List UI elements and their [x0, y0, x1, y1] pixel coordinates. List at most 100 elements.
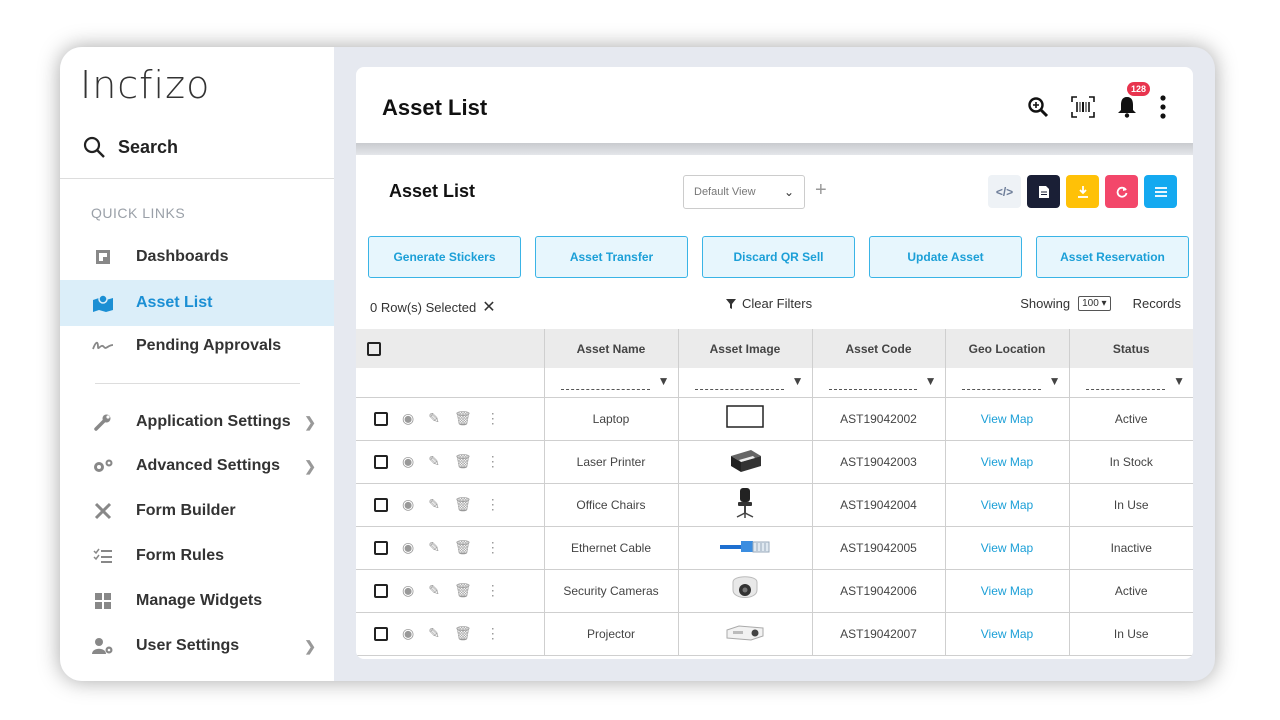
view-map-link[interactable]: View Map — [981, 584, 1033, 598]
pencil-icon[interactable]: ✎ — [428, 453, 440, 470]
geo-location-link[interactable]: View Map — [944, 483, 1069, 527]
row-checkbox[interactable] — [374, 540, 388, 555]
pencil-icon[interactable]: ✎ — [428, 539, 440, 556]
sidebar-item-user-settings[interactable]: User Settings ❯ — [60, 624, 334, 668]
clear-filters-button[interactable]: Clear Filters — [726, 296, 812, 311]
sidebar-item-form-rules[interactable]: Form Rules — [60, 534, 334, 578]
sidebar-item-form-builder[interactable]: Form Builder — [60, 489, 334, 533]
page-size-select[interactable]: 100 ▾ — [1078, 296, 1111, 311]
table-row[interactable]: ◉ ✎ 🗑 ⋮ Office Chairs AST19042004 View Map … — [356, 483, 1193, 527]
close-icon[interactable]: ✕ — [482, 297, 495, 317]
table-row[interactable]: ◉ ✎ 🗑 ⋮ Projector AST19042007 View Map In U… — [356, 612, 1193, 656]
trash-icon[interactable]: 🗑 — [454, 453, 472, 470]
geo-location-link[interactable]: View Map — [944, 397, 1069, 441]
filter-asset-image[interactable]: ▼ — [677, 368, 812, 398]
geo-location-link[interactable]: View Map — [944, 440, 1069, 484]
geo-location-link[interactable]: View Map — [944, 569, 1069, 613]
generate-stickers-button[interactable]: Generate Stickers — [368, 236, 521, 278]
column-header[interactable]: Asset Image — [677, 329, 812, 368]
sidebar-item-pending-approvals[interactable]: Pending Approvals — [60, 324, 334, 368]
trash-icon[interactable]: 🗑 — [454, 539, 472, 556]
table-row[interactable]: ◉ ✎ 🗑 ⋮ Security Cameras AST19042006 View M… — [356, 569, 1193, 613]
notifications[interactable]: 128 — [1117, 82, 1151, 118]
add-view-button[interactable]: + — [815, 179, 827, 202]
chevron-right-icon: ❯ — [304, 413, 316, 430]
row-checkbox[interactable] — [374, 583, 388, 598]
eye-icon[interactable]: ◉ — [402, 453, 414, 470]
notification-badge: 128 — [1127, 82, 1151, 96]
table-row[interactable]: ◉ ✎ 🗑 ⋮ Ethernet Cable AST19042005 View Map… — [356, 526, 1193, 570]
row-checkbox[interactable] — [374, 411, 388, 426]
eye-icon[interactable]: ◉ — [402, 582, 414, 599]
filter-asset-name[interactable]: ▼ — [543, 368, 678, 398]
showing-label: Showing — [1020, 296, 1071, 311]
asset-code: AST19042005 — [811, 526, 945, 570]
more-icon[interactable]: ⋮ — [486, 625, 500, 642]
filter-asset-code[interactable]: ▼ — [811, 368, 945, 398]
filter-status[interactable]: ▼ — [1068, 368, 1193, 398]
column-header[interactable]: Geo Location — [944, 329, 1069, 368]
view-map-link[interactable]: View Map — [981, 412, 1033, 426]
table-row[interactable]: ◉ ✎ 🗑 ⋮ Laptop AST19042002 View Map Active — [356, 397, 1193, 441]
update-asset-button[interactable]: Update Asset — [869, 236, 1022, 278]
select-all-checkbox[interactable] — [367, 341, 381, 356]
download-button[interactable] — [1066, 175, 1099, 208]
pencil-icon[interactable]: ✎ — [428, 582, 440, 599]
row-checkbox[interactable] — [374, 497, 388, 512]
more-icon[interactable]: ⋮ — [486, 453, 500, 470]
more-icon[interactable]: ⋮ — [486, 496, 500, 513]
view-map-link[interactable]: View Map — [981, 455, 1033, 469]
barcode-scan-icon[interactable] — [1071, 96, 1095, 118]
eye-icon[interactable]: ◉ — [402, 539, 414, 556]
more-icon[interactable]: ⋮ — [486, 410, 500, 427]
laptop-image — [726, 405, 764, 429]
pencil-icon[interactable]: ✎ — [428, 496, 440, 513]
filter-icon — [726, 298, 736, 309]
row-checkbox[interactable] — [374, 454, 388, 469]
view-map-link[interactable]: View Map — [981, 498, 1033, 512]
code-button[interactable]: </> — [988, 175, 1021, 208]
kebab-menu-icon[interactable] — [1159, 95, 1167, 119]
search-icon — [83, 136, 105, 158]
gears-icon — [91, 458, 115, 474]
column-header[interactable]: Asset Name — [543, 329, 678, 368]
pencil-icon[interactable]: ✎ — [428, 625, 440, 642]
sidebar-item-dashboards[interactable]: Dashboards — [60, 235, 334, 279]
zoom-search-icon[interactable] — [1027, 96, 1049, 118]
camera-image — [729, 576, 761, 602]
sidebar-item-application-settings[interactable]: Application Settings ❯ — [60, 400, 334, 444]
menu-button[interactable] — [1144, 175, 1177, 208]
more-icon[interactable]: ⋮ — [486, 582, 500, 599]
eye-icon[interactable]: ◉ — [402, 410, 414, 427]
download-icon — [1077, 185, 1088, 198]
trash-icon[interactable]: 🗑 — [454, 625, 472, 642]
view-map-link[interactable]: View Map — [981, 627, 1033, 641]
eye-icon[interactable]: ◉ — [402, 625, 414, 642]
refresh-button[interactable] — [1105, 175, 1138, 208]
sidebar-item-asset-list[interactable]: Asset List — [60, 280, 334, 326]
asset-transfer-button[interactable]: Asset Transfer — [535, 236, 688, 278]
trash-icon[interactable]: 🗑 — [454, 410, 472, 427]
trash-icon[interactable]: 🗑 — [454, 496, 472, 513]
sidebar-item-manage-widgets[interactable]: Manage Widgets — [60, 579, 334, 623]
sidebar-item-advanced-settings[interactable]: Advanced Settings ❯ — [60, 444, 334, 488]
wrench-icon — [91, 413, 115, 431]
column-header[interactable]: Status — [1068, 329, 1193, 368]
column-header[interactable]: Asset Code — [811, 329, 945, 368]
row-checkbox[interactable] — [374, 626, 388, 641]
sidebar-search[interactable]: Search — [82, 135, 178, 159]
asset-reservation-button[interactable]: Asset Reservation — [1036, 236, 1189, 278]
document-button[interactable] — [1027, 175, 1060, 208]
geo-location-link[interactable]: View Map — [944, 526, 1069, 570]
filter-geo-location[interactable]: ▼ — [944, 368, 1069, 398]
trash-icon[interactable]: 🗑 — [454, 582, 472, 599]
eye-icon[interactable]: ◉ — [402, 496, 414, 513]
table-row[interactable]: ◉ ✎ 🗑 ⋮ Laser Printer AST19042003 View Map … — [356, 440, 1193, 484]
geo-location-link[interactable]: View Map — [944, 612, 1069, 656]
checklist-icon — [91, 548, 115, 564]
pencil-icon[interactable]: ✎ — [428, 410, 440, 427]
discard-qr-sell-button[interactable]: Discard QR Sell — [702, 236, 855, 278]
view-select[interactable]: Default View ⌄ — [683, 175, 805, 209]
view-map-link[interactable]: View Map — [981, 541, 1033, 555]
more-icon[interactable]: ⋮ — [486, 539, 500, 556]
